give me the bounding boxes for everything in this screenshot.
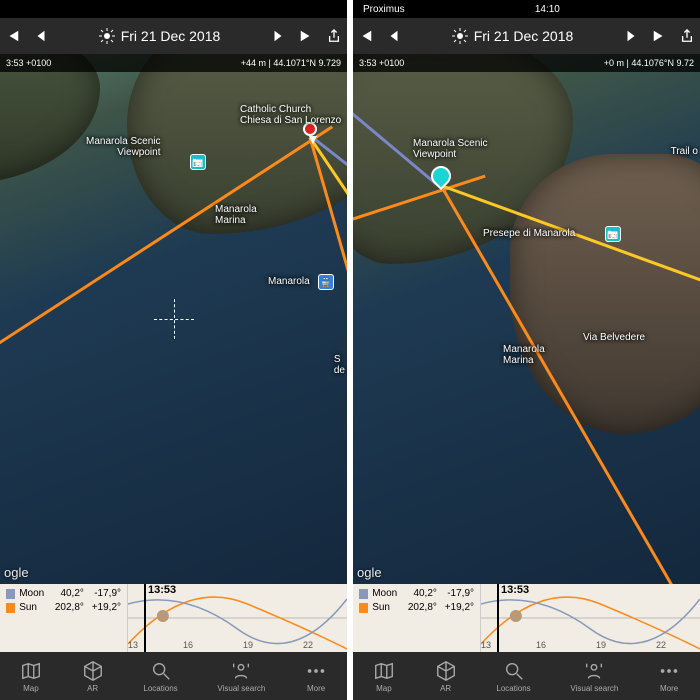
search-icon xyxy=(503,660,525,682)
date-navigation-bar: Fri 21 Dec 2018 xyxy=(353,18,700,54)
left-screenshot: Fri 21 Dec 2018 3:53 +0100 +44 m | 44.10… xyxy=(0,0,347,700)
coordinate-bar: 3:53 +0100 +44 m | 44.1071°N 9.729 xyxy=(0,54,347,72)
sun-icon xyxy=(99,28,115,44)
label-station: Manarola xyxy=(268,276,310,287)
legend-sun: Sun 202,8° +19,2° xyxy=(6,602,121,613)
tab-more[interactable]: More xyxy=(305,660,327,693)
label-sd: S de xyxy=(334,354,345,376)
label-presepe: Presepe di Manarola xyxy=(483,228,575,239)
label-church: Catholic Church Chiesa di San Lorenzo xyxy=(240,104,341,126)
ephemeris-legend: Moon 40,2° -17,9° Sun 202,8° +19,2° xyxy=(353,584,481,652)
tab-locations[interactable]: Locations xyxy=(143,660,177,693)
legend-moon: Moon 40,2° -17,9° xyxy=(359,588,474,599)
search-icon xyxy=(150,660,172,682)
prev-icon[interactable] xyxy=(387,29,401,43)
legend-sun: Sun 202,8° +19,2° xyxy=(359,602,474,613)
map-attribution: ogle xyxy=(357,565,382,580)
date-display[interactable]: Fri 21 Dec 2018 xyxy=(99,28,221,44)
tab-map[interactable]: Map xyxy=(20,660,42,693)
label-marina: Manarola Marina xyxy=(503,344,545,366)
skip-back-icon[interactable] xyxy=(359,29,373,43)
ios-status-bar xyxy=(0,0,347,18)
map-view[interactable]: Manarola Scenic Viewpoint Catholic Churc… xyxy=(0,54,347,584)
ephemeris-legend: Moon 40,2° -17,9° Sun 202,8° +19,2° xyxy=(0,584,128,652)
time-label: 13:53 xyxy=(146,584,178,596)
next-icon[interactable] xyxy=(624,29,638,43)
tab-more[interactable]: More xyxy=(658,660,680,693)
label-viewpoint: Manarola Scenic Viewpoint xyxy=(413,138,487,160)
skip-forward-icon[interactable] xyxy=(299,29,313,43)
share-icon[interactable] xyxy=(327,29,341,43)
sun-swatch xyxy=(359,603,368,613)
more-icon xyxy=(658,660,680,682)
label-viewpoint: Manarola Scenic Viewpoint xyxy=(86,136,160,158)
tab-visual-search[interactable]: Visual search xyxy=(570,660,618,693)
share-icon[interactable] xyxy=(680,29,694,43)
date-display[interactable]: Fri 21 Dec 2018 xyxy=(452,28,574,44)
bottom-toolbar: Map AR Locations Visual search More xyxy=(353,652,700,700)
visual-search-icon xyxy=(230,660,252,682)
skip-forward-icon[interactable] xyxy=(652,29,666,43)
label-marina: Manarola Marina xyxy=(215,204,257,226)
ephemeris-graph[interactable]: 13:53 13 16 19 22 xyxy=(481,584,700,652)
tab-map[interactable]: Map xyxy=(373,660,395,693)
coordinate-bar: 3:53 +0100 +0 m | 44.1076°N 9.72 xyxy=(353,54,700,72)
clock: 14:10 xyxy=(535,4,560,15)
label-via: Via Belvedere xyxy=(583,332,645,343)
map-view[interactable]: Manarola Scenic Viewpoint Presepe di Man… xyxy=(353,54,700,584)
coordinates: +44 m | 44.1071°N 9.729 xyxy=(241,58,341,68)
tab-visual-search[interactable]: Visual search xyxy=(217,660,265,693)
visual-search-icon xyxy=(583,660,605,682)
label-trail: Trail o xyxy=(671,146,698,157)
tab-ar[interactable]: AR xyxy=(82,660,104,693)
skip-back-icon[interactable] xyxy=(6,29,20,43)
prev-icon[interactable] xyxy=(34,29,48,43)
right-screenshot: Proximus 14:10 Fri 21 Dec 2018 3:53 +010… xyxy=(353,0,700,700)
cube-icon xyxy=(435,660,457,682)
time-offset: 3:53 +0100 xyxy=(359,58,404,68)
ios-status-bar: Proximus 14:10 xyxy=(353,0,700,18)
ephemeris-panel[interactable]: Moon 40,2° -17,9° Sun 202,8° +19,2° xyxy=(353,584,700,652)
map-attribution: ogle xyxy=(4,565,29,580)
date-text: Fri 21 Dec 2018 xyxy=(121,28,221,44)
tab-locations[interactable]: Locations xyxy=(496,660,530,693)
center-crosshair xyxy=(154,299,194,339)
map-icon xyxy=(20,660,42,682)
coordinates: +0 m | 44.1076°N 9.72 xyxy=(604,58,694,68)
sun-icon xyxy=(452,28,468,44)
bottom-toolbar: Map AR Locations Visual search More xyxy=(0,652,347,700)
next-icon[interactable] xyxy=(271,29,285,43)
legend-moon: Moon 40,2° -17,9° xyxy=(6,588,121,599)
ephemeris-panel[interactable]: Moon 40,2° -17,9° Sun 202,8° +19,2° xyxy=(0,584,347,652)
station-icon[interactable]: 🚆 xyxy=(318,274,334,290)
carrier: Proximus xyxy=(363,4,405,15)
map-icon xyxy=(373,660,395,682)
poi-presepe[interactable] xyxy=(605,226,621,242)
moon-swatch xyxy=(359,589,368,599)
ephemeris-graph[interactable]: 13:53 13 16 19 22 xyxy=(128,584,347,652)
date-navigation-bar: Fri 21 Dec 2018 xyxy=(0,18,347,54)
cube-icon xyxy=(82,660,104,682)
time-label: 13:53 xyxy=(499,584,531,596)
more-icon xyxy=(305,660,327,682)
sun-swatch xyxy=(6,603,15,613)
tab-ar[interactable]: AR xyxy=(435,660,457,693)
time-offset: 3:53 +0100 xyxy=(6,58,51,68)
poi-viewpoint[interactable] xyxy=(190,154,206,170)
moon-swatch xyxy=(6,589,15,599)
date-text: Fri 21 Dec 2018 xyxy=(474,28,574,44)
